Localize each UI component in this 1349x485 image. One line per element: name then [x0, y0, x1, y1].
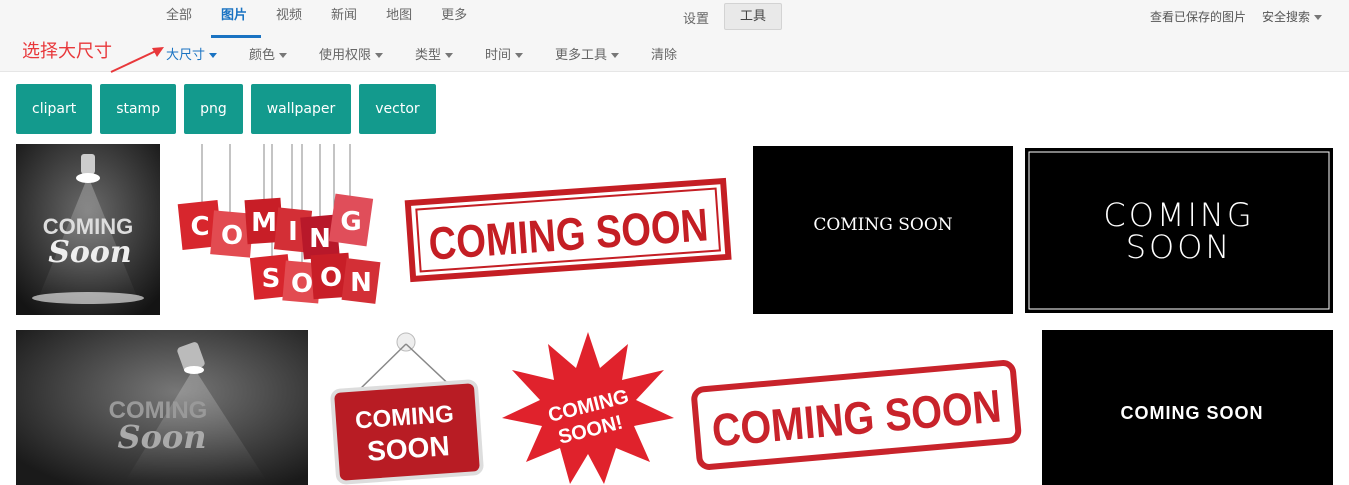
image-2-letter-9: O: [320, 263, 342, 293]
image-2-letter-3: M: [251, 208, 277, 238]
image-result-8-graphic: COMING SOON!: [500, 330, 676, 485]
caret-down-icon: [375, 53, 384, 58]
filter-more-tools[interactable]: 更多工具: [555, 44, 620, 63]
filter-more-tools-label: 更多工具: [555, 48, 608, 63]
image-result-7[interactable]: COMING SOON: [323, 330, 489, 485]
image-result-10[interactable]: COMING SOON: [1042, 330, 1333, 485]
filter-size[interactable]: 大尺寸: [166, 44, 218, 63]
annotation-arrow-icon: [110, 47, 164, 73]
filter-color[interactable]: 颜色: [249, 44, 288, 63]
image-5-text-line-2: SOON: [1126, 228, 1233, 266]
chip-png[interactable]: png: [184, 84, 243, 134]
image-result-9-graphic: COMING SOON: [691, 360, 1022, 470]
image-result-2[interactable]: C O M I N G S O O N: [172, 144, 384, 315]
tab-images[interactable]: 图片: [211, 0, 262, 38]
image-1-text-line-2: Soon: [48, 235, 132, 270]
filter-usage-rights[interactable]: 使用权限: [319, 44, 384, 63]
tab-all[interactable]: 全部: [166, 0, 192, 34]
image-2-letter-8: O: [291, 269, 313, 299]
filter-type-label: 类型: [415, 48, 442, 63]
annotation-text: 选择大尺寸: [22, 41, 112, 62]
image-6-text-line-2: Soon: [117, 418, 206, 456]
filter-clear[interactable]: 清除: [651, 44, 677, 63]
top-bar: 全部 图片 视频 新闻 地图 更多 设置 工具 查看已保存的图片 安全搜索 选择…: [0, 0, 1349, 73]
image-result-8[interactable]: COMING SOON!: [500, 330, 676, 485]
image-result-5[interactable]: COMING SOON: [1025, 148, 1333, 313]
image-result-2-graphic: C O M I N G S O O N: [172, 144, 384, 315]
image-result-7-graphic: COMING SOON: [323, 330, 489, 485]
tab-news[interactable]: 新闻: [331, 0, 357, 34]
image-result-4[interactable]: COMING SOON: [753, 146, 1013, 314]
search-tabs: 全部 图片 视频 新闻 地图 更多: [166, 0, 496, 38]
image-2-letter-10: N: [350, 268, 372, 298]
image-result-5-graphic: COMING SOON: [1028, 151, 1330, 310]
safe-search-dropdown[interactable]: 安全搜索: [1262, 8, 1323, 25]
chip-clipart[interactable]: clipart: [16, 84, 93, 134]
image-10-text: COMING SOON: [1120, 403, 1263, 423]
image-2-letter-7: S: [262, 264, 281, 294]
caret-down-icon: [209, 53, 218, 58]
filter-color-label: 颜色: [249, 48, 276, 63]
caret-down-icon: [515, 53, 524, 58]
filter-usage-rights-label: 使用权限: [319, 48, 372, 63]
image-result-6-graphic: COMING Soon: [16, 330, 308, 485]
caret-down-icon: [1314, 15, 1323, 20]
filter-time[interactable]: 时间: [485, 44, 524, 63]
tab-maps[interactable]: 地图: [386, 0, 412, 34]
image-2-letter-6: G: [340, 207, 361, 237]
tab-more[interactable]: 更多: [441, 0, 467, 34]
safe-search-label: 安全搜索: [1262, 10, 1311, 24]
image-result-10-graphic: COMING SOON: [1120, 403, 1263, 423]
caret-down-icon: [445, 53, 454, 58]
image-result-4-graphic: COMING SOON: [813, 215, 952, 235]
image-2-letter-5: N: [309, 224, 331, 254]
tab-videos[interactable]: 视频: [276, 0, 302, 34]
related-chips: clipart stamp png wallpaper vector: [16, 84, 444, 134]
settings-link[interactable]: 设置: [683, 8, 709, 27]
image-result-6[interactable]: COMING Soon: [16, 330, 308, 485]
image-2-letter-2: O: [221, 221, 243, 251]
chip-wallpaper[interactable]: wallpaper: [250, 84, 352, 134]
filter-size-label: 大尺寸: [166, 48, 206, 63]
filter-time-label: 时间: [485, 48, 512, 63]
tools-button[interactable]: 工具: [724, 3, 782, 30]
image-2-letter-4: I: [288, 217, 298, 247]
image-result-3-graphic: COMING SOON: [404, 177, 732, 283]
image-7-text-line-2: SOON: [366, 430, 450, 467]
caret-down-icon: [279, 53, 288, 58]
chip-vector[interactable]: vector: [359, 84, 436, 134]
caret-down-icon: [611, 53, 620, 58]
saved-images-link[interactable]: 查看已保存的图片: [1150, 8, 1246, 25]
image-result-1[interactable]: COMING Soon: [16, 144, 160, 315]
image-result-3[interactable]: COMING SOON: [400, 164, 736, 292]
chip-stamp[interactable]: stamp: [100, 84, 177, 134]
image-2-letter-1: C: [190, 212, 209, 242]
image-result-1-graphic: COMING Soon: [16, 144, 160, 315]
image-result-9[interactable]: COMING SOON: [686, 348, 1026, 476]
filter-type[interactable]: 类型: [415, 44, 454, 63]
image-4-text: COMING SOON: [813, 215, 952, 235]
